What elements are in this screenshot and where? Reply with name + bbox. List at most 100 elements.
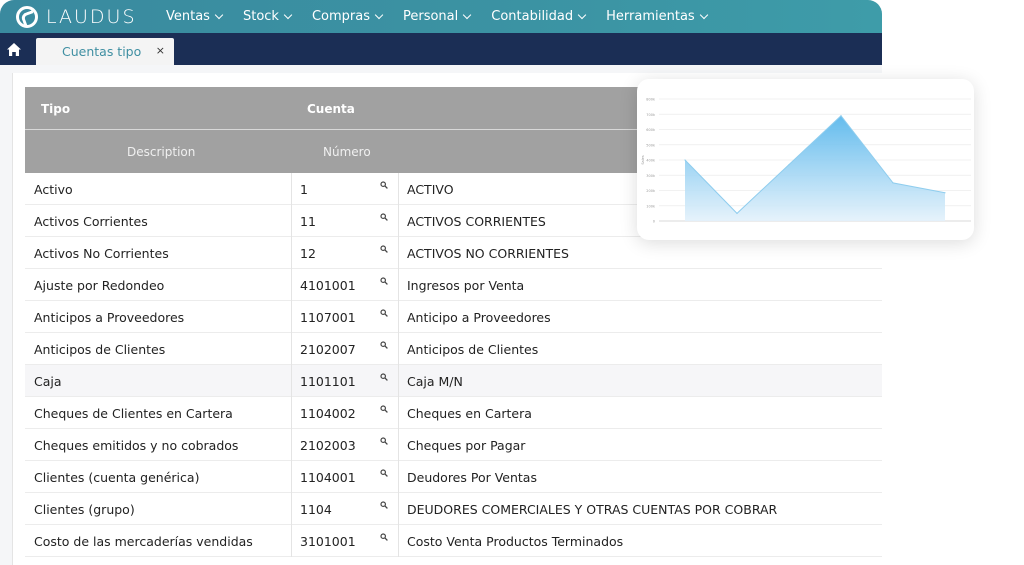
column-divider [291, 333, 292, 365]
chart-y-tick-label: 300k [646, 174, 656, 178]
cell-tipo: Ajuste por Redondeo [34, 278, 165, 293]
search-icon[interactable] [380, 181, 388, 189]
chart-y-tick-label: 700k [646, 113, 656, 117]
table-row[interactable]: Anticipos de Clientes 2102007 Anticipos de… [25, 333, 882, 365]
menu-ventas[interactable]: Ventas [166, 9, 224, 24]
cell-descripcion: Cheques por Pagar [407, 438, 526, 453]
column-divider [398, 397, 399, 429]
chevron-down-icon [577, 10, 587, 19]
search-icon[interactable] [380, 309, 388, 317]
column-divider [398, 269, 399, 301]
search-icon[interactable] [380, 341, 388, 349]
menu-personal-label: Personal [402, 9, 459, 24]
chart-data-point [736, 212, 738, 214]
chevron-down-icon [463, 10, 472, 19]
column-divider [291, 173, 292, 205]
chart-area-fill [685, 115, 945, 221]
search-icon[interactable] [380, 533, 388, 541]
brand-name: LAUDUS [46, 5, 137, 28]
table-row[interactable]: Cheques emitidos y no cobrados 2102003 Che… [25, 429, 882, 461]
cell-descripcion: DEUDORES COMERCIALES Y OTRAS CUENTAS POR… [407, 502, 778, 517]
table-row[interactable]: Anticipos a Proveedores 1107001 Anticipo a… [25, 301, 882, 333]
menu-herramientas-label: Herramientas [606, 9, 695, 24]
column-divider [398, 237, 399, 269]
cell-tipo: Costo de las mercaderías vendidas [34, 534, 253, 549]
cell-descripcion: Costo Venta Productos Terminados [407, 534, 624, 549]
cell-numero: 11 [300, 214, 316, 229]
cell-numero: 2102007 [300, 342, 356, 357]
search-icon[interactable] [380, 437, 388, 445]
close-icon[interactable]: × [156, 44, 165, 57]
chart-data-point [788, 163, 790, 166]
search-icon[interactable] [380, 213, 388, 221]
cell-descripcion: Caja M/N [407, 374, 463, 389]
chart-y-tick-label: 0 [653, 220, 655, 224]
column-divider [291, 429, 292, 461]
column-divider [398, 173, 399, 205]
chevron-down-icon [214, 10, 224, 19]
tab-label: Cuentas tipo [62, 44, 142, 59]
column-divider [291, 301, 292, 333]
column-divider [291, 397, 292, 429]
menu-herramientas[interactable]: Herramientas [606, 9, 708, 24]
chart-y-tick-label: 400k [646, 159, 656, 163]
search-icon[interactable] [380, 501, 388, 509]
menu-stock[interactable]: Stock [242, 9, 293, 24]
cell-numero: 1104 [300, 502, 332, 517]
chart-y-axis-label: Sales [641, 155, 645, 164]
table-row[interactable]: Costo de las mercaderías vendidas 3101001… [25, 525, 882, 557]
menu-stock-label: Stock [242, 9, 279, 24]
cell-descripcion: ACTIVO [407, 182, 454, 197]
table-row[interactable]: Cheques de Clientes en Cartera 1104002 Che… [25, 397, 882, 429]
column-divider [398, 365, 399, 397]
cell-numero: 1104002 [300, 406, 356, 421]
menu-contabilidad[interactable]: Contabilidad [491, 9, 587, 24]
cell-numero: 1107001 [300, 310, 356, 325]
menu-compras[interactable]: Compras [312, 9, 384, 24]
menu-ventas-label: Ventas [166, 9, 210, 24]
table-row[interactable]: Activos No Corrientes 12 ACTIVOS NO CORRIE… [25, 237, 882, 269]
chart-y-tick-label: 500k [646, 143, 656, 147]
cell-numero: 4101001 [300, 278, 356, 293]
tab-cuentas-tipo[interactable]: Cuentas tipo × [36, 38, 174, 65]
chart-y-tick-label: 600k [646, 128, 656, 132]
search-icon[interactable] [380, 405, 388, 413]
cell-tipo: Anticipos a Proveedores [34, 310, 185, 325]
cell-numero: 1104001 [300, 470, 356, 485]
search-icon[interactable] [380, 469, 388, 477]
search-icon[interactable] [380, 373, 388, 381]
cell-tipo: Caja [34, 374, 62, 389]
column-divider [398, 333, 399, 365]
search-icon[interactable] [380, 245, 388, 253]
column-header-description[interactable]: Description [127, 145, 195, 159]
column-divider [291, 365, 292, 397]
table-row[interactable]: Clientes (grupo) 1104 DEUDORES COMERCIALES… [25, 493, 882, 525]
column-header-numero[interactable]: Número [323, 145, 371, 159]
cell-tipo: Clientes (cuenta genérica) [34, 470, 200, 485]
chart-y-tick-label: 200k [646, 189, 656, 193]
brand-logo[interactable]: LAUDUS [16, 5, 146, 28]
column-divider [291, 461, 292, 493]
table-row[interactable]: Clientes (cuenta genérica) 1104001 Deudore… [25, 461, 882, 493]
chart-y-tick-label: 800k [646, 98, 656, 102]
cell-descripcion: Deudores Por Ventas [407, 470, 537, 485]
cell-tipo: Activos No Corrientes [34, 246, 169, 261]
cell-tipo: Cheques emitidos y no cobrados [34, 438, 239, 453]
chevron-down-icon [699, 10, 708, 19]
column-header-tipo[interactable]: Tipo [41, 102, 70, 116]
menu-personal[interactable]: Personal [402, 9, 472, 24]
column-header-cuenta[interactable]: Cuenta [307, 102, 355, 116]
cell-descripcion: Ingresos por Venta [407, 278, 525, 293]
column-divider [291, 237, 292, 269]
search-icon[interactable] [380, 277, 388, 285]
cell-descripcion: Anticipo a Proveedores [407, 310, 551, 325]
cell-numero: 1 [300, 182, 308, 197]
table-row[interactable]: Ajuste por Redondeo 4101001 Ingresos por V… [25, 269, 882, 301]
chevron-down-icon [374, 10, 384, 19]
home-icon[interactable] [6, 42, 22, 57]
cell-numero: 12 [300, 246, 316, 261]
column-divider [398, 493, 399, 525]
table-row[interactable]: Caja 1101101 Caja M/N [25, 365, 882, 397]
column-divider [398, 301, 399, 333]
column-divider [398, 205, 399, 237]
